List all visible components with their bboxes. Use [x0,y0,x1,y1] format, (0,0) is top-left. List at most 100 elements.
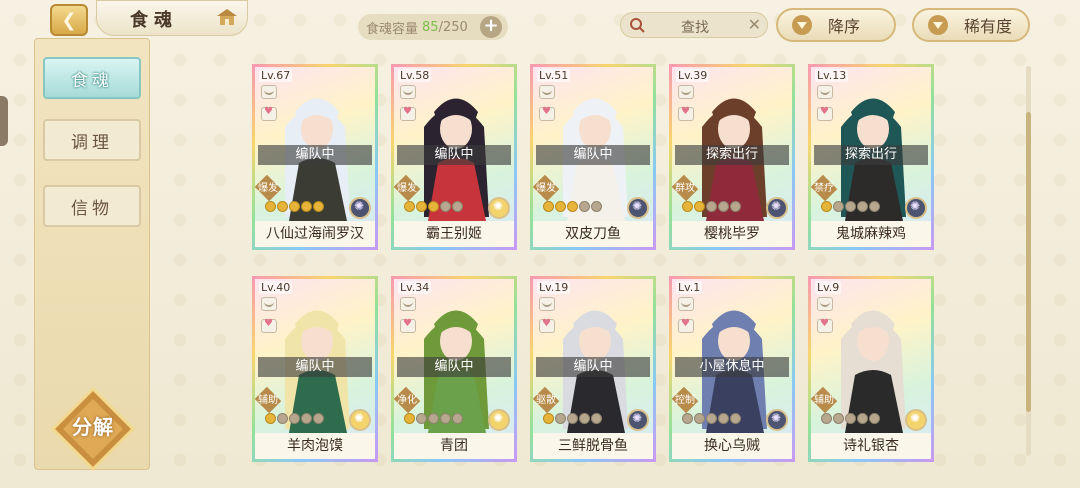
element-icon [349,197,371,219]
star-icon [591,201,602,212]
character-card[interactable]: Lv.1 ♥ 小屋休息中控制换心乌贼 [669,276,795,462]
character-card[interactable]: Lv.39 ♥ 探索出行群攻樱桃毕罗 [669,64,795,250]
character-name: 羊肉泡馍 [255,433,375,459]
role-label: 净化 [397,395,417,406]
element-icon [766,197,788,219]
star-icon [869,201,880,212]
character-card[interactable]: Lv.51 ♥ 编队中爆发双皮刀鱼 [530,64,656,250]
character-card[interactable]: Lv.19 ♥ 编队中驱散三鲜脱骨鱼 [530,276,656,462]
bowl-icon [400,85,416,99]
role-label: 爆发 [258,183,278,194]
star-icon [579,201,590,212]
bowl-icon [817,297,833,311]
level-label: Lv.1 [676,281,703,294]
sort-toggle-icon [928,15,948,35]
status-label: 探索出行 [675,145,789,165]
search-placeholder: 查找 [681,20,709,36]
star-icon [452,201,463,212]
star-icon [718,413,729,424]
character-card[interactable]: Lv.13 ♥ 探索出行禁疗鬼城麻辣鸡 [808,64,934,250]
star-icon [440,201,451,212]
element-icon [627,197,649,219]
character-card[interactable]: Lv.67 ♥ 编队中爆发八仙过海闹罗汉 [252,64,378,250]
character-name: 八仙过海闹罗汉 [255,221,375,247]
star-icon [821,413,832,424]
star-icon [833,413,844,424]
character-card[interactable]: Lv.58 ♥ 编队中爆发霸王别姬 [391,64,517,250]
character-name: 诗礼银杏 [811,433,931,459]
star-icon [694,413,705,424]
chevron-left-icon: ❮ [61,9,77,31]
character-card[interactable]: Lv.9 ♥ 辅助诗礼银杏 [808,276,934,462]
sort-rarity-button[interactable]: 稀有度 [912,8,1030,42]
element-icon [766,409,788,431]
back-button[interactable]: ❮ [50,4,88,36]
star-icon [301,413,312,424]
tab-tokens[interactable]: 信物 [43,185,141,227]
star-icon [404,413,415,424]
pavilion-icon[interactable] [216,8,238,26]
status-label: 编队中 [258,145,372,165]
star-icon [857,201,868,212]
role-label: 爆发 [397,183,417,194]
star-icon [452,413,463,424]
status-label: 探索出行 [814,145,928,165]
status-label: 小屋休息中 [675,357,789,377]
star-rating [543,201,602,212]
star-icon [821,201,832,212]
level-label: Lv.58 [398,69,432,82]
bowl-icon [400,297,416,311]
star-rating [265,201,324,212]
star-rating [821,201,880,212]
edge-pull-tab[interactable] [0,96,8,146]
tab-conditioning[interactable]: 调理 [43,119,141,161]
scrollbar-thumb[interactable] [1026,112,1031,412]
element-icon [349,409,371,431]
bowl-icon [539,297,555,311]
add-capacity-button[interactable]: + [480,16,502,38]
character-card[interactable]: Lv.34 ♥ 编队中净化青团 [391,276,517,462]
element-icon [627,409,649,431]
star-icon [428,201,439,212]
heart-icon: ♥ [261,318,277,333]
status-label: 编队中 [397,145,511,165]
search-input[interactable]: 查找 ✕ [620,12,768,38]
heart-icon: ♥ [261,106,277,121]
bowl-icon [817,85,833,99]
decompose-button[interactable]: 分解 [49,385,137,473]
star-icon [555,413,566,424]
character-name: 霸王别姬 [394,221,514,247]
star-icon [857,413,868,424]
star-icon [289,413,300,424]
star-icon [682,201,693,212]
clear-icon[interactable]: ✕ [748,15,761,34]
star-icon [265,413,276,424]
star-icon [706,413,717,424]
tab-food-soul[interactable]: 食魂 [43,57,141,99]
character-name: 青团 [394,433,514,459]
sort-order-label: 降序 [828,17,861,36]
star-icon [579,413,590,424]
star-rating [682,413,741,424]
star-icon [265,201,276,212]
star-icon [313,201,324,212]
role-label: 群攻 [675,183,695,194]
star-icon [301,201,312,212]
role-label: 辅助 [258,395,278,406]
bowl-icon [261,297,277,311]
sort-order-button[interactable]: 降序 [776,8,896,42]
search-icon [630,18,645,33]
level-label: Lv.9 [815,281,842,294]
bowl-icon [261,85,277,99]
heart-icon: ♥ [400,106,416,121]
heart-icon: ♥ [678,106,694,121]
star-icon [845,413,856,424]
capacity-used: 85 [422,19,439,35]
character-name: 双皮刀鱼 [533,221,653,247]
character-name: 三鲜脱骨鱼 [533,433,653,459]
star-icon [428,413,439,424]
star-icon [543,413,554,424]
character-card[interactable]: Lv.40 ♥ 编队中辅助羊肉泡馍 [252,276,378,462]
heart-icon: ♥ [400,318,416,333]
star-rating [404,201,463,212]
